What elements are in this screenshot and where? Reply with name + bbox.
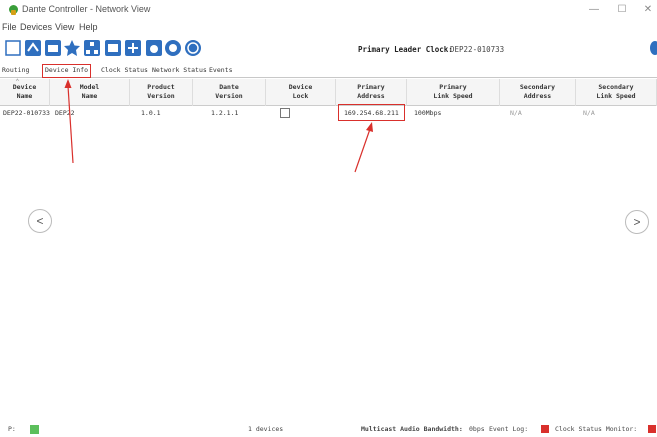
prev-button[interactable]: < xyxy=(28,209,52,233)
bandwidth-label: Multicast Audio Bandwidth: xyxy=(361,425,463,433)
primary-status-indicator xyxy=(30,425,39,434)
event-log-label[interactable]: Event Log: xyxy=(489,425,528,433)
device-count: 1 devices xyxy=(248,425,284,433)
arrow-to-device-info-tab xyxy=(64,79,74,164)
clock-monitor-label[interactable]: Clock Status Monitor: xyxy=(555,425,637,433)
annotation-arrows xyxy=(64,79,373,173)
clock-monitor-icon[interactable] xyxy=(648,425,656,433)
next-button[interactable]: > xyxy=(625,210,649,234)
status-bar: P: 1 devices Multicast Audio Bandwidth: … xyxy=(0,422,657,437)
bandwidth-value: 0bps xyxy=(469,425,485,433)
primary-status-label: P: xyxy=(8,425,16,433)
arrow-to-primary-address xyxy=(354,122,373,173)
event-log-icon[interactable] xyxy=(541,425,549,433)
